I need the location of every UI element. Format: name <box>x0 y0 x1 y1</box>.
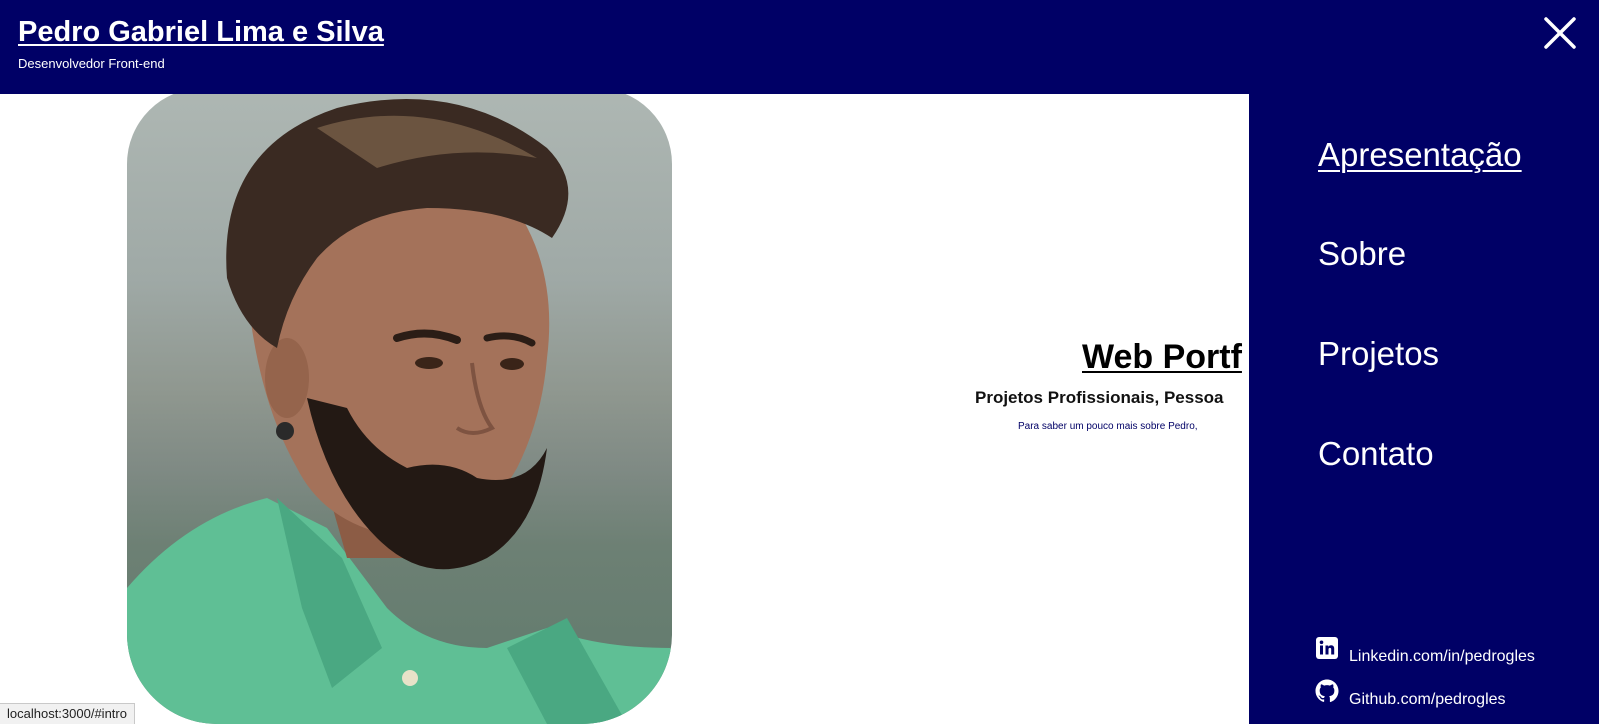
nav-item-contato[interactable]: Contato <box>1318 435 1434 473</box>
nav-item-apresentacao[interactable]: Apresentação <box>1318 136 1522 174</box>
intro-text: Web Portf Projetos Profissionais, Pessoa… <box>940 338 1270 458</box>
github-icon <box>1315 679 1339 703</box>
site-subtitle: Desenvolvedor Front-end <box>18 56 165 71</box>
intro-title: Web Portf <box>1082 338 1242 376</box>
nav-item-sobre[interactable]: Sobre <box>1318 235 1406 273</box>
site-header: Pedro Gabriel Lima e Silva Desenvolvedor… <box>0 0 1599 94</box>
site-title-link[interactable]: Pedro Gabriel Lima e Silva <box>18 16 384 49</box>
profile-photo <box>127 94 672 724</box>
profile-photo-illustration <box>127 99 672 724</box>
close-menu-button[interactable] <box>1543 16 1577 50</box>
github-link[interactable]: Github.com/pedrogles <box>1315 679 1545 708</box>
github-label: Github.com/pedrogles <box>1349 691 1506 708</box>
linkedin-icon <box>1316 637 1338 659</box>
nav-item-projetos[interactable]: Projetos <box>1318 335 1439 373</box>
linkedin-label: Linkedin.com/in/pedrogles <box>1349 648 1535 665</box>
linkedin-link[interactable]: Linkedin.com/in/pedrogles <box>1315 636 1575 665</box>
intro-subtitle: Projetos Profissionais, Pessoa <box>975 388 1224 407</box>
nav-drawer: Apresentação Sobre Projetos Contato Link… <box>1249 94 1599 724</box>
close-icon <box>1544 17 1576 49</box>
intro-description: Para saber um pouco mais sobre Pedro, <box>1018 421 1198 432</box>
status-bar-url: localhost:3000/#intro <box>0 703 135 724</box>
